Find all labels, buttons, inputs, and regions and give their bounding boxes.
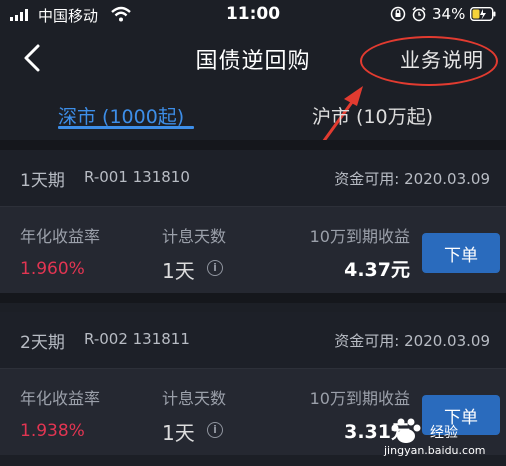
section-gap bbox=[0, 140, 506, 150]
days-label: 计息天数 bbox=[162, 389, 227, 408]
watermark-text: 经验 bbox=[430, 425, 458, 441]
battery-icon bbox=[470, 7, 496, 21]
status-bar: 中国移动 11:00 34% bbox=[0, 0, 506, 30]
rate-label: 年化收益率 bbox=[20, 227, 101, 246]
profit-label: 10万到期收益 bbox=[309, 227, 410, 246]
tab-shanghai[interactable]: 沪市 (10万起) bbox=[312, 102, 433, 129]
funds-available-date: 资金可用: 2020.03.09 bbox=[334, 332, 490, 350]
paw-logo-icon bbox=[391, 418, 421, 443]
rotation-lock-icon bbox=[390, 6, 406, 22]
expected-profit: 4.37元 bbox=[344, 259, 410, 281]
business-description-link[interactable]: 业务说明 bbox=[400, 44, 484, 73]
annual-rate: 1.938% bbox=[20, 421, 85, 441]
interest-days: 1天 bbox=[162, 259, 195, 283]
order-button[interactable]: 下单 bbox=[422, 233, 500, 273]
interest-days: 1天 bbox=[162, 421, 195, 445]
nav-bar: 国债逆回购 业务说明 bbox=[0, 30, 506, 86]
alarm-icon bbox=[412, 6, 426, 22]
term-label: 2天期 bbox=[20, 333, 65, 353]
rate-label: 年化收益率 bbox=[20, 389, 101, 408]
info-icon[interactable]: i bbox=[207, 260, 223, 276]
tab-shenzhen[interactable]: 深市 (1000起) bbox=[58, 102, 184, 129]
battery-percent: 34% bbox=[432, 5, 466, 23]
watermark: 经验 jingyan.baidu.com bbox=[384, 414, 494, 462]
info-icon[interactable]: i bbox=[207, 422, 223, 438]
term-label: 1天期 bbox=[20, 171, 65, 191]
funds-available-date: 资金可用: 2020.03.09 bbox=[334, 170, 490, 188]
days-label: 计息天数 bbox=[162, 227, 227, 246]
watermark-url: jingyan.baidu.com bbox=[384, 444, 486, 457]
section-gap bbox=[0, 293, 506, 303]
profit-label: 10万到期收益 bbox=[309, 389, 410, 408]
status-time: 11:00 bbox=[225, 4, 281, 24]
active-tab-indicator bbox=[58, 126, 194, 129]
market-tabs: 深市 (1000起) 沪市 (10万起) bbox=[0, 92, 506, 138]
annual-rate: 1.960% bbox=[20, 259, 85, 279]
product-code: R-002 131811 bbox=[84, 330, 190, 348]
product-code: R-001 131810 bbox=[84, 168, 190, 186]
